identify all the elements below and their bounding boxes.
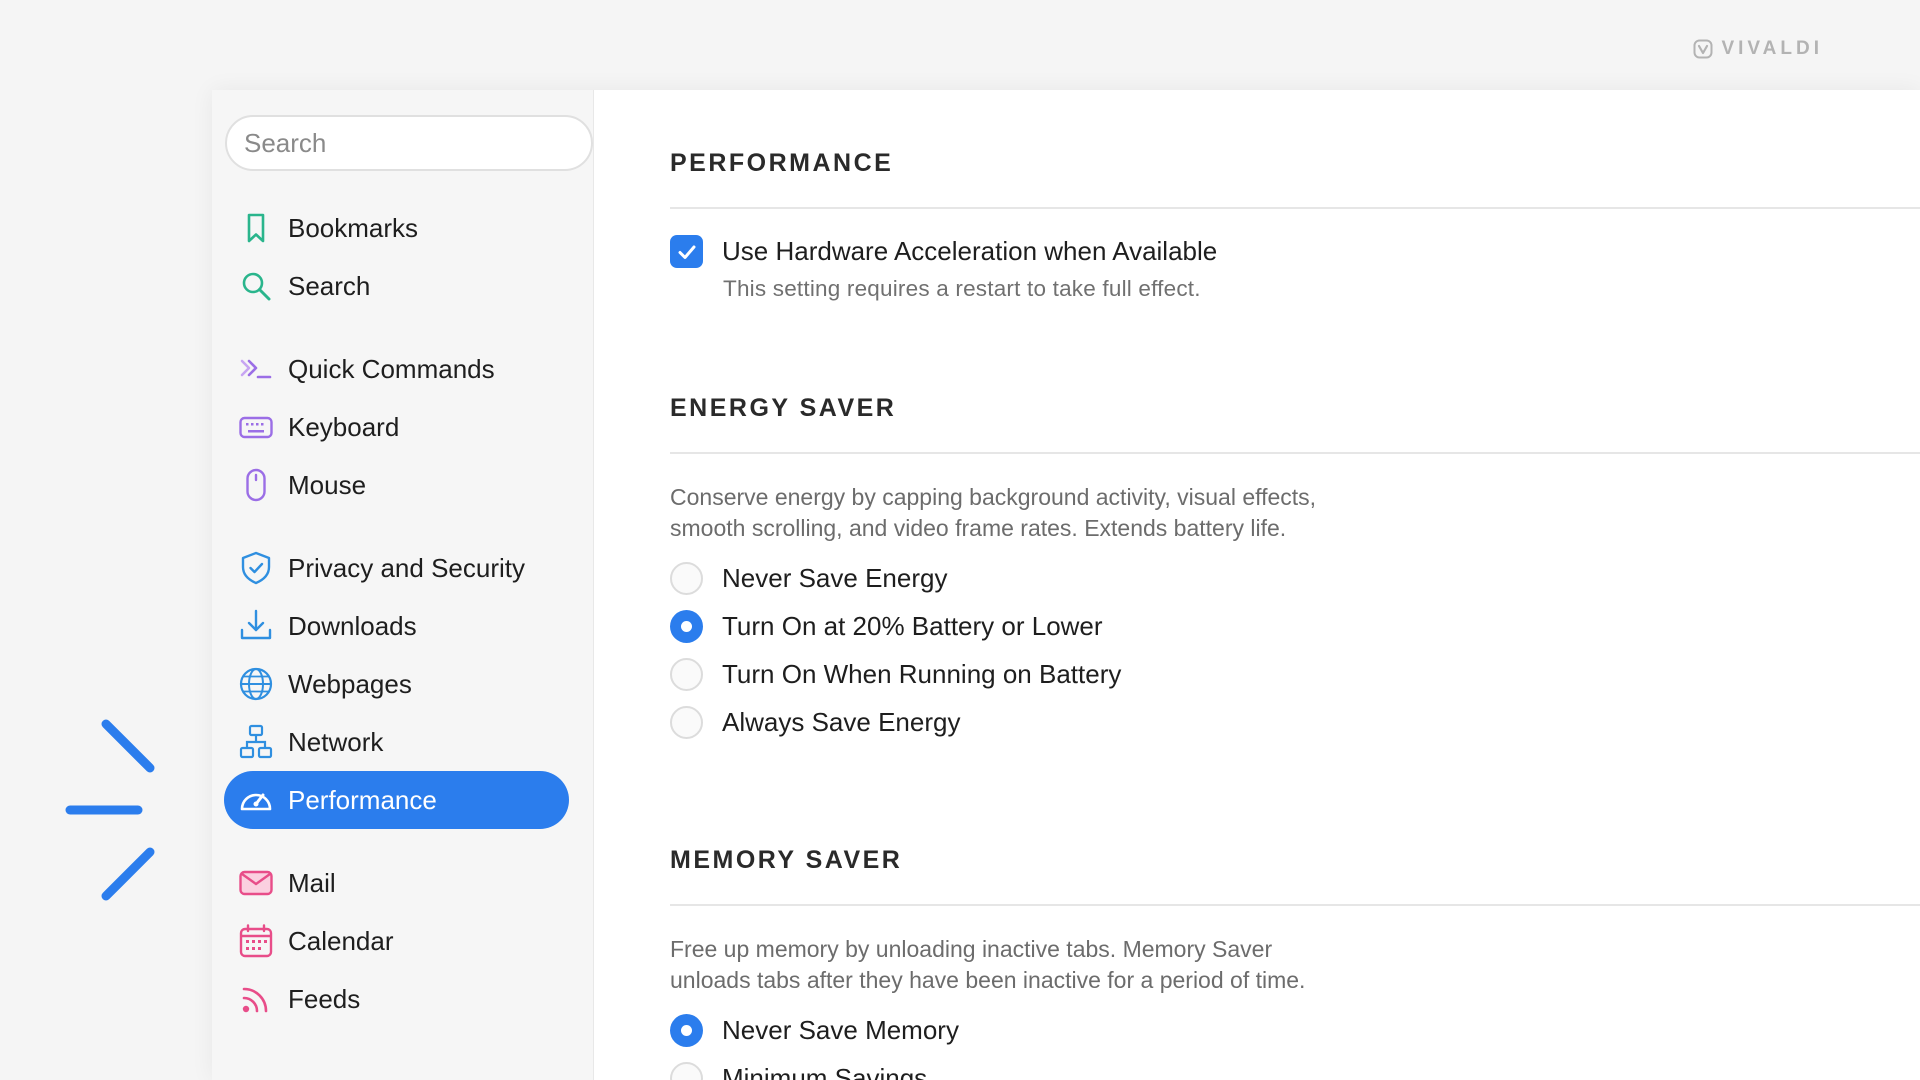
settings-sidebar: Bookmarks Search Quick Commands Keyb	[212, 90, 594, 1080]
radio-label: Turn On at 20% Battery or Lower	[722, 610, 1103, 641]
sidebar-item-downloads[interactable]: Downloads	[224, 597, 569, 655]
sidebar-item-label: Feeds	[288, 983, 361, 1014]
quick-commands-icon	[238, 351, 274, 387]
hardware-acceleration-label: Use Hardware Acceleration when Available	[722, 236, 1218, 266]
settings-search[interactable]	[225, 115, 593, 171]
section-title-energy-saver: ENERGY SAVER	[670, 394, 897, 422]
sidebar-item-label: Network	[288, 726, 384, 757]
shield-icon	[238, 550, 274, 586]
radio-button[interactable]	[670, 1061, 703, 1080]
nav-group-4: Mail Calendar Feeds	[212, 854, 593, 1028]
sidebar-item-label: Downloads	[288, 610, 417, 641]
nav-group-3: Privacy and Security Downloads Webpages …	[212, 539, 593, 829]
sidebar-item-search[interactable]: Search	[224, 257, 569, 315]
energy-option-always[interactable]: Always Save Energy	[670, 698, 1920, 746]
sidebar-item-label: Performance	[288, 784, 437, 815]
performance-section: PERFORMANCE Use Hardware Acceleration wh…	[670, 90, 1920, 302]
section-title-performance: PERFORMANCE	[670, 149, 894, 177]
sidebar-item-label: Quick Commands	[288, 353, 495, 384]
mouse-icon	[238, 467, 274, 503]
energy-option-never[interactable]: Never Save Energy	[670, 554, 1920, 602]
section-title-memory-saver: MEMORY SAVER	[670, 846, 903, 874]
hardware-acceleration-checkbox[interactable]	[670, 235, 703, 268]
divider	[670, 452, 1920, 454]
checkmark-icon	[678, 245, 695, 259]
memory-saver-section: MEMORY SAVER Free up memory by unloading…	[670, 842, 1920, 1080]
sidebar-item-label: Privacy and Security	[288, 552, 525, 583]
sidebar-item-bookmarks[interactable]: Bookmarks	[224, 199, 569, 257]
radio-label: Never Save Energy	[722, 562, 948, 593]
sidebar-item-network[interactable]: Network	[224, 713, 569, 771]
sidebar-item-label: Calendar	[288, 925, 394, 956]
sidebar-item-label: Search	[288, 270, 371, 301]
radio-label: Turn On When Running on Battery	[722, 658, 1122, 689]
download-icon	[238, 608, 274, 644]
settings-content: PERFORMANCE Use Hardware Acceleration wh…	[594, 90, 1920, 1080]
sidebar-item-label: Bookmarks	[288, 212, 419, 243]
memory-saver-description-line: Free up memory by unloading inactive tab…	[670, 936, 1273, 962]
brand-name: VIVALDI	[1721, 38, 1823, 59]
sidebar-item-label: Webpages	[288, 668, 412, 699]
energy-saver-description: Conserve energy by capping background ac…	[670, 482, 1430, 544]
memory-saver-options: Never Save Memory Minimum Savings	[670, 1006, 1920, 1080]
sidebar-item-mail[interactable]: Mail	[224, 854, 569, 912]
sidebar-item-keyboard[interactable]: Keyboard	[224, 398, 569, 456]
memory-saver-description: Free up memory by unloading inactive tab…	[670, 934, 1430, 996]
globe-icon	[238, 666, 274, 702]
sidebar-item-performance[interactable]: Performance	[224, 771, 569, 829]
sidebar-item-quick-commands[interactable]: Quick Commands	[224, 340, 569, 398]
memory-saver-description-line: unloads tabs after they have been inacti…	[670, 967, 1306, 993]
nav-group-1: Bookmarks Search	[212, 199, 593, 315]
memory-option-never[interactable]: Never Save Memory	[670, 1006, 1920, 1054]
sidebar-item-feeds[interactable]: Feeds	[224, 970, 569, 1028]
keyboard-icon	[238, 409, 274, 445]
divider	[670, 207, 1920, 209]
radio-label: Never Save Memory	[722, 1014, 959, 1045]
hardware-acceleration-helper: This setting requires a restart to take …	[723, 276, 1201, 301]
calendar-icon	[238, 923, 274, 959]
radio-label: Minimum Savings	[722, 1062, 928, 1080]
radio-button-selected[interactable]	[670, 609, 703, 643]
settings-search-input[interactable]	[244, 127, 591, 159]
settings-window: Bookmarks Search Quick Commands Keyb	[212, 90, 1920, 1080]
search-icon	[238, 268, 274, 304]
vivaldi-logo-icon	[1693, 39, 1713, 59]
feed-icon	[238, 981, 274, 1017]
divider	[670, 904, 1920, 906]
radio-label: Always Save Energy	[722, 706, 961, 737]
radio-button-selected[interactable]	[670, 1013, 703, 1047]
energy-option-on-battery[interactable]: Turn On When Running on Battery	[670, 650, 1920, 698]
energy-saver-description-line: smooth scrolling, and video frame rates.…	[670, 515, 1287, 541]
sidebar-item-privacy-and-security[interactable]: Privacy and Security	[224, 539, 569, 597]
mail-icon	[238, 865, 274, 901]
energy-saver-options: Never Save Energy Turn On at 20% Battery…	[670, 554, 1920, 746]
energy-saver-description-line: Conserve energy by capping background ac…	[670, 484, 1317, 510]
energy-option-20-percent[interactable]: Turn On at 20% Battery or Lower	[670, 602, 1920, 650]
sidebar-item-label: Mail	[288, 867, 336, 898]
speedometer-icon	[238, 782, 274, 818]
sidebar-item-label: Keyboard	[288, 411, 400, 442]
hardware-acceleration-option[interactable]: Use Hardware Acceleration when Available	[670, 235, 1920, 268]
bookmark-icon	[238, 210, 274, 246]
sidebar-item-label: Mouse	[288, 469, 367, 500]
nav-group-2: Quick Commands Keyboard Mouse	[212, 340, 593, 514]
sidebar-item-webpages[interactable]: Webpages	[224, 655, 569, 713]
network-icon	[238, 724, 274, 760]
radio-button[interactable]	[670, 705, 703, 739]
brand-logo: VIVALDI	[1693, 38, 1823, 60]
sidebar-item-calendar[interactable]: Calendar	[224, 912, 569, 970]
attention-marks	[64, 712, 164, 912]
memory-option-minimum[interactable]: Minimum Savings	[670, 1054, 1920, 1080]
energy-saver-section: ENERGY SAVER Conserve energy by capping …	[670, 390, 1920, 746]
radio-button[interactable]	[670, 561, 703, 595]
radio-button[interactable]	[670, 657, 703, 691]
sidebar-item-mouse[interactable]: Mouse	[224, 456, 569, 514]
